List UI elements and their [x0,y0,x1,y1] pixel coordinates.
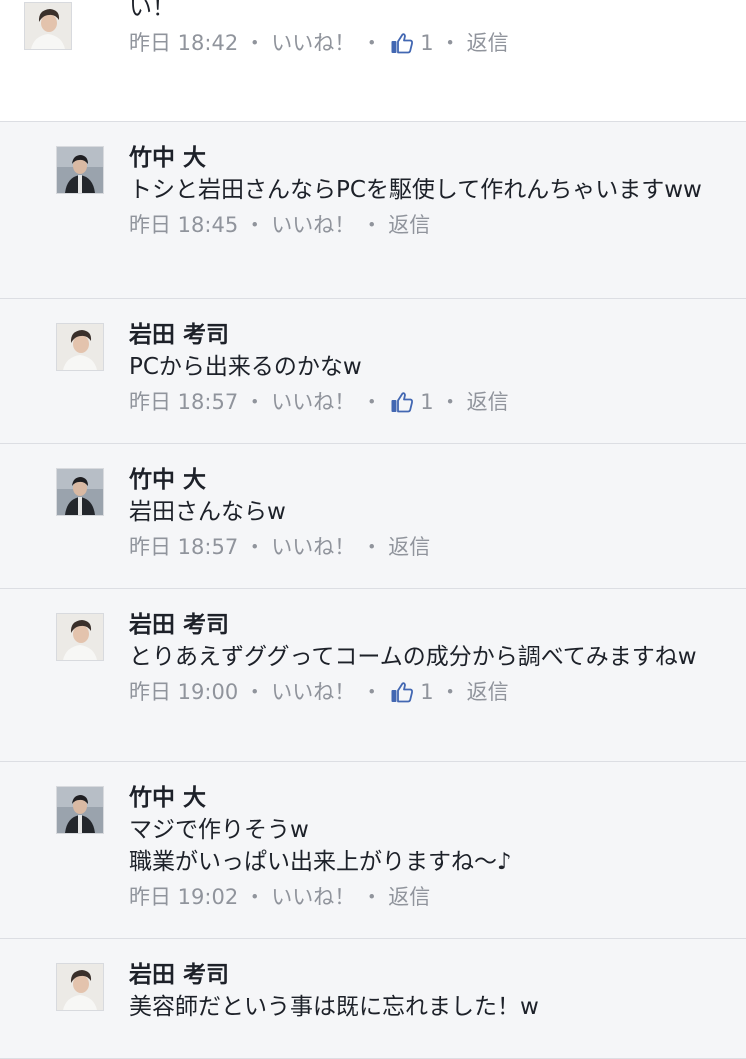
reply-comment: 岩田 考司 PCから出来るのかなw 昨日 18:57 ・いいね！・ 1 ・返信 [0,299,746,444]
comment-body: これマジで凹みますよね。releaseさんで作ってください！昨日 18:42・い… [129,0,728,58]
meta-separator: ・ [439,390,461,414]
comment-author-name[interactable]: 竹中 大 [129,142,728,174]
like-count[interactable]: 1 [420,387,433,417]
like-button[interactable]: いいね！ [271,677,355,707]
like-button[interactable]: いいね！ [271,387,355,417]
thumbs-up-icon[interactable] [390,390,414,414]
meta-separator: ・ [439,31,461,55]
reply-comment: 竹中 大岩田さんならw 昨日 18:57 ・いいね！・返信 [0,444,746,589]
comment-timestamp[interactable]: 昨日 18:45 [129,210,238,240]
meta-separator: ・ [361,885,383,909]
reply-comment: 竹中 大トシと岩田さんならPCを駆使して作れんちゃいますww 昨日 18:45 ・い… [0,122,746,299]
comment-author-name[interactable]: 岩田 考司 [129,959,728,991]
meta-separator: ・ [244,213,266,237]
meta-separator: ・ [244,390,266,414]
profile-photo-man-white-shirt-icon [57,964,103,1010]
like-count[interactable]: 1 [420,28,433,58]
reply-button[interactable]: 返信 [388,210,430,240]
avatar[interactable] [56,323,104,371]
reply-button[interactable]: 返信 [388,532,430,562]
like-button[interactable]: いいね！ [271,210,355,240]
comment-timestamp[interactable]: 昨日 18:57 [129,387,238,417]
reply-button[interactable]: 返信 [467,387,509,417]
comment-meta: 昨日 18:57 ・いいね！・返信 [129,532,728,562]
comment-timestamp[interactable]: 昨日 18:42 [129,28,238,58]
comment-timestamp[interactable]: 昨日 19:02 [129,882,238,912]
reply-button[interactable]: 返信 [467,677,509,707]
reply-button[interactable]: 返信 [388,882,430,912]
comment-text: 岩田さんならw [129,499,286,525]
meta-separator: ・ [361,31,383,55]
thumbs-up-icon[interactable] [390,31,414,55]
like-count[interactable]: 1 [420,677,433,707]
thumbs-up-icon[interactable] [390,680,414,704]
comment-meta: 昨日 18:42 ・いいね！・ 1 ・返信 [129,28,728,58]
comment-author-name[interactable]: 竹中 大 [129,782,728,814]
comment-meta: 昨日 18:57 ・いいね！・ 1 ・返信 [129,387,728,417]
comment-text: マジで作りそうw 職業がいっぱい出来上がりますね〜♪ [129,817,512,875]
meta-separator: ・ [439,680,461,704]
profile-photo-man-dark-jacket-icon [57,469,103,515]
comment-text: 美容師だという事は既に忘れました！w [129,994,539,1020]
comment-author-name[interactable]: 岩田 考司 [129,319,728,351]
avatar[interactable] [56,468,104,516]
comment-body: 竹中 大マジで作りそうw 職業がいっぱい出来上がりますね〜♪ 昨日 19:02 ・い… [129,782,728,912]
comment-body: 竹中 大岩田さんならw 昨日 18:57 ・いいね！・返信 [129,464,728,562]
profile-photo-man-white-shirt-icon [57,614,103,660]
avatar[interactable] [56,786,104,834]
profile-photo-man-dark-jacket-icon [57,787,103,833]
comment-meta: 昨日 19:00 ・いいね！・ 1 ・返信 [129,677,728,707]
comment-author-name[interactable]: 岩田 考司 [129,609,728,641]
like-button[interactable]: いいね！ [271,882,355,912]
comment-body: 岩田 考司美容師だという事は既に忘れました！w [129,959,728,1023]
comment-thread: これマジで凹みますよね。releaseさんで作ってください！昨日 18:42・い… [0,0,746,1059]
avatar[interactable] [56,146,104,194]
avatar[interactable] [56,613,104,661]
meta-separator: ・ [361,680,383,704]
meta-separator: ・ [244,885,266,909]
like-button[interactable]: いいね！ [271,28,355,58]
comment-meta: 昨日 18:45 ・いいね！・返信 [129,210,728,240]
comment-body: 岩田 考司 PCから出来るのかなw 昨日 18:57 ・いいね！・ 1 ・返信 [129,319,728,417]
meta-separator: ・ [361,213,383,237]
reply-comment: 竹中 大マジで作りそうw 職業がいっぱい出来上がりますね〜♪ 昨日 19:02 ・い… [0,762,746,939]
reply-button[interactable]: 返信 [467,28,509,58]
meta-separator: ・ [361,535,383,559]
top-comment: これマジで凹みますよね。releaseさんで作ってください！昨日 18:42・い… [0,0,746,122]
profile-photo-man-dark-jacket-icon [57,147,103,193]
meta-separator: ・ [244,31,266,55]
meta-separator: ・ [244,535,266,559]
reply-comment: 岩田 考司 とりあえずググってコームの成分から調べてみますねw 昨日 19:00 ・い… [0,589,746,762]
meta-separator: ・ [244,680,266,704]
reply-comment: 岩田 考司美容師だという事は既に忘れました！w [0,939,746,1059]
comment-author-name[interactable]: 竹中 大 [129,464,728,496]
comment-body: 岩田 考司 とりあえずググってコームの成分から調べてみますねw 昨日 19:00 ・い… [129,609,728,707]
profile-photo-man-white-shirt-icon [25,3,71,49]
comment-timestamp[interactable]: 昨日 19:00 [129,677,238,707]
comment-timestamp[interactable]: 昨日 18:57 [129,532,238,562]
meta-separator: ・ [361,390,383,414]
profile-photo-man-white-shirt-icon [57,324,103,370]
avatar[interactable] [24,2,72,50]
like-button[interactable]: いいね！ [271,532,355,562]
comment-text: とりあえずググってコームの成分から調べてみますねw [129,644,697,670]
comment-text: トシと岩田さんならPCを駆使して作れんちゃいますww [129,177,702,203]
avatar[interactable] [56,963,104,1011]
comment-body: 竹中 大トシと岩田さんならPCを駆使して作れんちゃいますww 昨日 18:45 ・い… [129,142,728,240]
comment-text: PCから出来るのかなw [129,354,362,380]
comment-text: これマジで凹みますよね。releaseさんで作ってください！ [129,0,175,21]
comment-meta: 昨日 19:02 ・いいね！・返信 [129,882,728,912]
